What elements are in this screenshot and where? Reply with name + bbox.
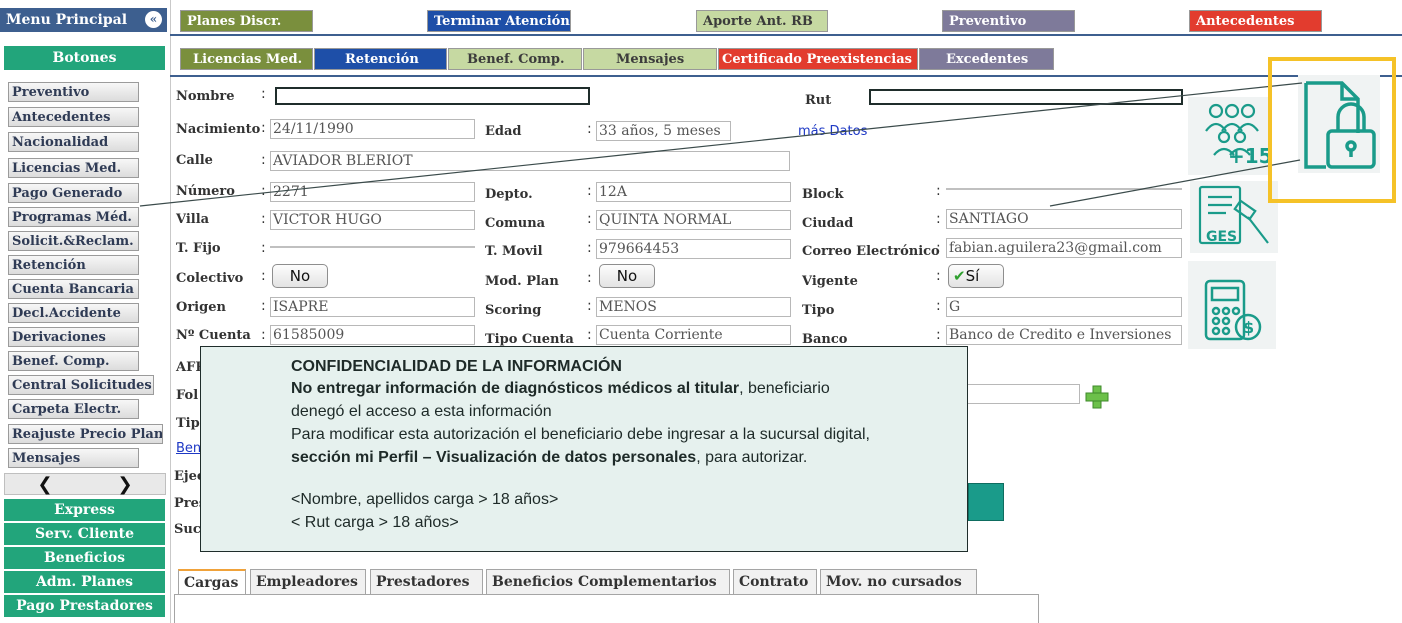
tab-mov-no-cursados[interactable]: Mov. no cursados bbox=[820, 569, 977, 594]
tab-cargas[interactable]: Cargas bbox=[178, 569, 246, 594]
tab-contrato[interactable]: Contrato bbox=[733, 569, 817, 594]
tab-prestadores[interactable]: Prestadores bbox=[370, 569, 483, 594]
tab-empleadores[interactable]: Empleadores bbox=[250, 569, 366, 594]
confidentiality-notice: CONFIDENCIALIDAD DE LA INFORMACIÓN No en… bbox=[200, 346, 968, 552]
notice-line-6: < Rut carga > 18 años> bbox=[291, 514, 459, 531]
tab-panel bbox=[174, 594, 1039, 623]
notice-line-1-rest: , beneficiario bbox=[739, 380, 830, 397]
notice-line-1: No entregar información de diagnósticos … bbox=[291, 380, 830, 398]
notice-line-3: Para modificar esta autorización el bene… bbox=[291, 426, 870, 443]
highlight-box bbox=[1268, 57, 1396, 203]
notice-line-4-rest: , para autorizar. bbox=[696, 449, 808, 466]
notice-line-5: <Nombre, apellidos carga > 18 años> bbox=[291, 491, 559, 508]
tab-beneficios-complementarios[interactable]: Beneficios Complementarios bbox=[486, 569, 730, 594]
notice-line-1-bold: No entregar información de diagnósticos … bbox=[291, 380, 740, 397]
notice-line-4: sección mi Perfil – Visualización de dat… bbox=[291, 449, 807, 467]
notice-line-4-bold: sección mi Perfil – Visualización de dat… bbox=[291, 449, 697, 466]
notice-title: CONFIDENCIALIDAD DE LA INFORMACIÓN bbox=[291, 358, 622, 375]
notice-line-2: denegó el acceso a esta información bbox=[291, 403, 552, 420]
